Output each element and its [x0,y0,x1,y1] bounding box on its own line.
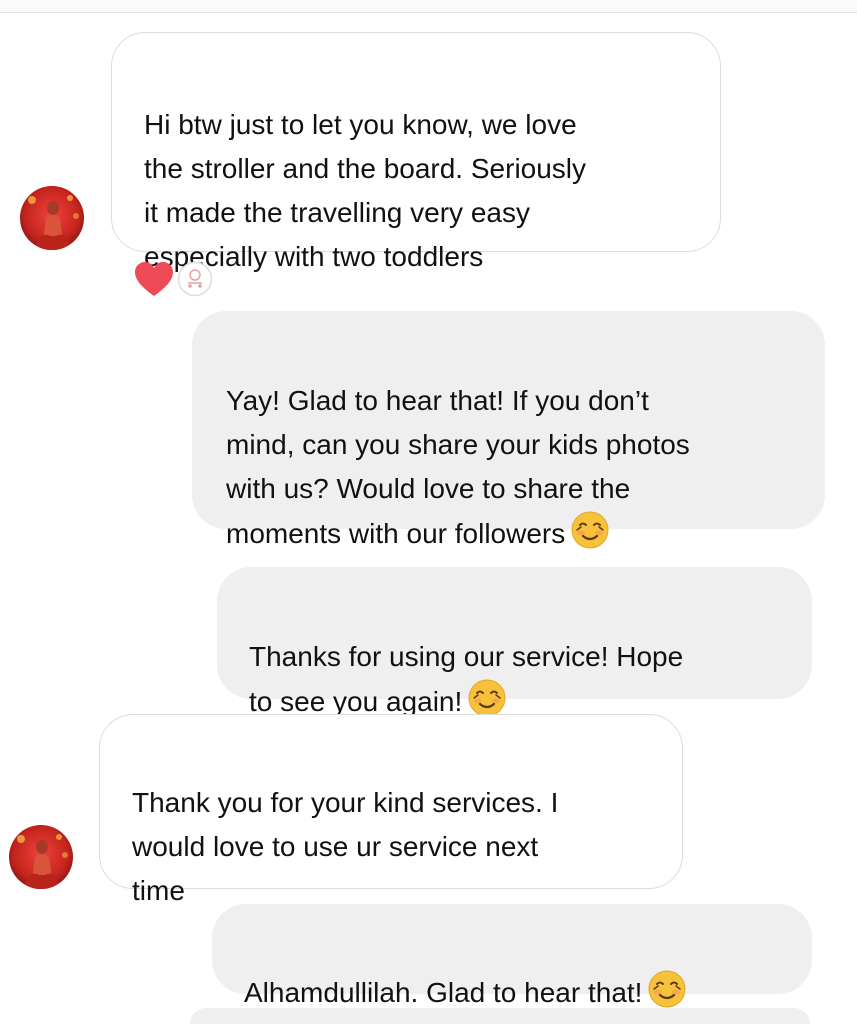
message-text: Thank you for your kind services. I woul… [132,787,559,906]
header-divider [0,0,857,13]
message-text: Thanks for using our service! Hope to se… [249,641,684,717]
message-bubble-incoming[interactable]: Hi btw just to let you know, we love the… [111,32,721,272]
message-bubble-outgoing-partial[interactable] [190,1008,810,1024]
sender-avatar[interactable] [9,825,73,889]
heart-icon[interactable] [134,262,174,298]
message-text: Hi btw just to let you know, we love the… [144,109,587,272]
message-bubble-outgoing[interactable]: Alhamdullilah. Glad to hear that! [212,904,812,1008]
message-text: Alhamdullilah. Glad to hear that! [244,977,643,1008]
smiling-face-icon [571,511,609,562]
message-text: Yay! Glad to hear that! If you don’t min… [226,385,690,549]
message-bubble-outgoing[interactable]: Thanks for using our service! Hope to se… [217,567,812,717]
sender-avatar[interactable] [20,186,84,250]
message-bubble-outgoing[interactable]: Yay! Glad to hear that! If you don’t min… [192,311,825,549]
page-avatar-icon [177,261,213,297]
message-bubble-incoming[interactable]: Thank you for your kind services. I woul… [99,714,683,906]
